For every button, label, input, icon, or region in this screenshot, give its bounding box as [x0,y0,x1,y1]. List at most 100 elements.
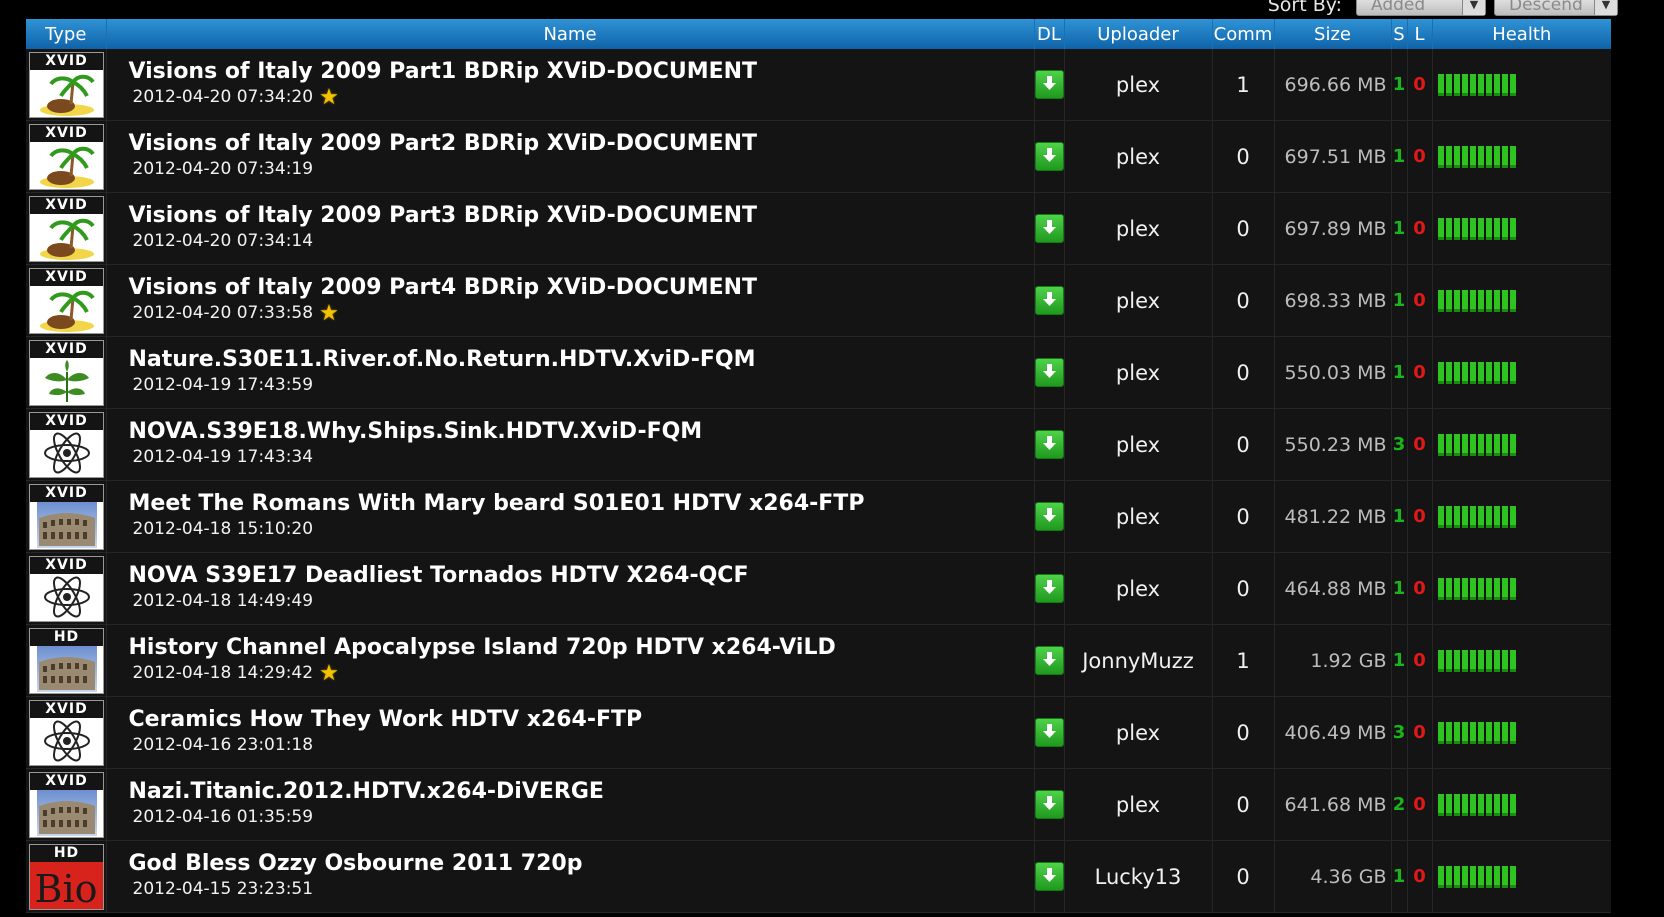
column-header-type[interactable]: Type [26,19,107,49]
download-icon[interactable] [1034,718,1064,747]
category-badge[interactable]: XVID [29,699,104,766]
category-badge[interactable]: XVID [29,771,104,838]
comment-count[interactable]: 1 [1212,49,1275,121]
uploader-name[interactable]: JonnyMuzz [1064,624,1213,697]
download-icon[interactable] [1034,214,1064,243]
uploader-name[interactable]: plex [1064,696,1213,769]
sort-field-select[interactable]: Added ▼ [1356,0,1486,16]
download-icon[interactable] [1034,430,1064,459]
health-segment [1493,577,1500,600]
comment-count[interactable]: 0 [1212,840,1275,913]
torrent-name-link[interactable]: Visions of Italy 2009 Part2 BDRip XViD-D… [129,130,1034,158]
sort-order-select[interactable]: Descend ▼ [1494,0,1618,16]
torrent-name-link[interactable]: Ceramics How They Work HDTV x264-FTP [129,706,1034,734]
category-badge[interactable]: XVID [29,267,104,334]
seeders-count: 3 [1391,408,1408,481]
uploader-name[interactable]: plex [1064,480,1213,553]
health-bar [1437,361,1612,384]
category-badge[interactable]: XVID [29,123,104,190]
badge-label: XVID [30,412,103,430]
download-icon[interactable] [1034,142,1064,171]
chevron-down-icon[interactable]: ▼ [1594,0,1617,15]
uploader-name[interactable]: plex [1064,408,1213,481]
torrent-name-link[interactable]: History Channel Apocalypse Island 720p H… [129,634,1034,662]
comment-count[interactable]: 1 [1212,624,1275,697]
category-badge[interactable]: XVID [29,411,104,478]
health-cell [1432,768,1611,841]
torrent-name-link[interactable]: Visions of Italy 2009 Part3 BDRip XViD-D… [129,202,1034,230]
uploader-name[interactable]: plex [1064,552,1213,625]
chevron-down-icon[interactable]: ▼ [1462,0,1485,15]
comment-count[interactable]: 0 [1212,480,1275,553]
comment-count[interactable]: 0 [1212,768,1275,841]
torrent-name-link[interactable]: NOVA S39E17 Deadliest Tornados HDTV X264… [129,562,1034,590]
column-header-size[interactable]: Size [1274,19,1392,49]
table-row[interactable]: XVID Visions of Italy 2009 Part3 BDRip XV… [26,192,1611,265]
uploader-name[interactable]: plex [1064,49,1213,121]
download-icon[interactable] [1034,502,1064,531]
table-row[interactable]: XVID Ceramics How They Work HDTV x264-FTP… [26,696,1611,769]
comment-count[interactable]: 0 [1212,696,1275,769]
torrent-name-link[interactable]: NOVA.S39E18.Why.Ships.Sink.HDTV.XviD-FQM [129,418,1034,446]
health-segment [1493,361,1500,384]
column-header-name[interactable]: Name [106,19,1035,49]
category-badge[interactable]: XVID [29,555,104,622]
category-badge[interactable]: HD Bio [29,843,104,910]
uploader-name[interactable]: plex [1064,120,1213,193]
category-badge[interactable]: XVID [29,51,104,118]
uploader-name[interactable]: plex [1064,264,1213,337]
atom-icon [30,573,103,621]
table-row[interactable]: XVID Nazi.Titanic.2012.HDTV.x264-DiVERGE 2… [26,768,1611,841]
health-segment [1445,145,1452,168]
leechers-count: 0 [1407,49,1433,121]
table-row[interactable]: XVID Visions of Italy 2009 Part1 BDRip XV… [26,49,1611,121]
health-segment [1501,577,1508,600]
download-icon[interactable] [1034,70,1064,99]
uploader-name[interactable]: plex [1064,768,1213,841]
table-row[interactable]: XVID NOVA.S39E18.Why.Ships.Sink.HDTV.XviD… [26,408,1611,481]
download-icon[interactable] [1034,286,1064,315]
table-row[interactable]: XVID Nature.S30E11.River.of.No.Return.HDT… [26,336,1612,409]
download-icon[interactable] [1034,862,1064,891]
table-row[interactable]: XVID Meet The Romans With Mary beard S01E… [26,480,1611,553]
table-row[interactable]: HD Bio God Bless Ozzy Osbourne 2011 720p 20… [26,840,1611,913]
category-badge[interactable]: XVID [29,339,104,406]
column-header-leechers[interactable]: L [1407,19,1433,49]
comment-count[interactable]: 0 [1212,264,1275,337]
table-row[interactable]: XVID Visions of Italy 2009 Part4 BDRip XV… [26,264,1611,337]
type-cell: XVID [26,264,107,337]
health-segment [1469,649,1476,672]
comment-count[interactable]: 0 [1212,120,1275,193]
category-badge[interactable]: XVID [29,195,104,262]
column-header-comm[interactable]: Comm [1212,19,1275,49]
health-segment [1445,649,1452,672]
category-badge[interactable]: XVID [29,483,104,550]
torrent-name-link[interactable]: Visions of Italy 2009 Part4 BDRip XViD-D… [129,274,1034,302]
comment-count[interactable]: 0 [1212,408,1275,481]
table-row[interactable]: XVID Visions of Italy 2009 Part2 BDRip XV… [26,120,1611,193]
table-row[interactable]: HD History Channel Apocalypse Island 720p… [26,624,1611,697]
badge-label: XVID [30,124,103,142]
torrent-name-link[interactable]: Meet The Romans With Mary beard S01E01 H… [129,490,1034,518]
comment-count[interactable]: 0 [1212,336,1275,409]
uploader-name[interactable]: Lucky13 [1064,840,1213,913]
download-icon[interactable] [1034,574,1064,603]
comment-count[interactable]: 0 [1212,552,1275,625]
torrent-name-link[interactable]: Visions of Italy 2009 Part1 BDRip XViD-D… [129,58,1034,86]
uploader-name[interactable]: plex [1064,192,1213,265]
health-segment [1493,865,1500,888]
download-icon[interactable] [1034,358,1064,387]
torrent-name-link[interactable]: Nazi.Titanic.2012.HDTV.x264-DiVERGE [129,778,1034,806]
category-badge[interactable]: HD [29,627,104,694]
torrent-name-link[interactable]: Nature.S30E11.River.of.No.Return.HDTV.Xv… [129,346,1034,374]
health-segment [1461,433,1468,456]
name-cell: NOVA S39E17 Deadliest Tornados HDTV X264… [106,552,1035,625]
uploader-name[interactable]: plex [1064,336,1213,409]
download-icon[interactable] [1034,646,1064,675]
column-header-seeders[interactable]: S [1391,19,1408,49]
download-icon[interactable] [1034,790,1064,819]
comment-count[interactable]: 0 [1212,192,1275,265]
column-header-uploader[interactable]: Uploader [1064,19,1213,49]
table-row[interactable]: XVID NOVA S39E17 Deadliest Tornados HDTV … [26,552,1611,625]
torrent-name-link[interactable]: God Bless Ozzy Osbourne 2011 720p [129,850,1034,878]
